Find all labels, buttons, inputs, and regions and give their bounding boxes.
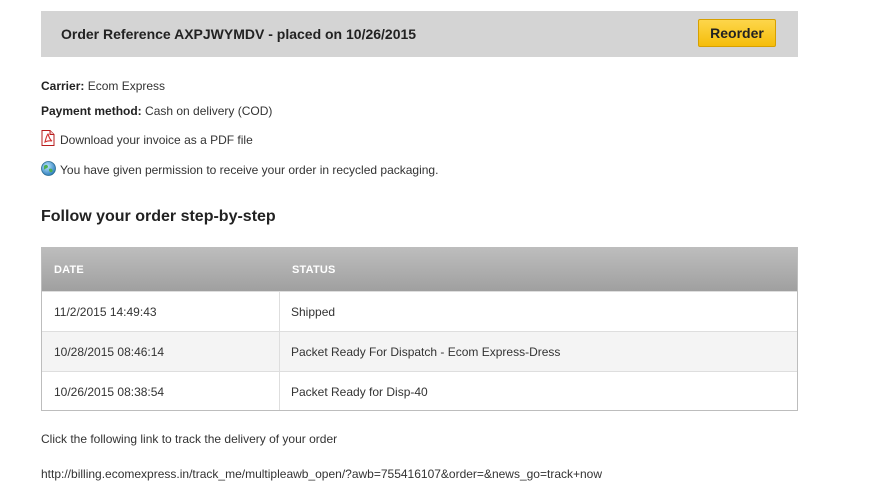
- order-detail-page: Order Reference AXPJWYMDV - placed on 10…: [0, 0, 871, 494]
- download-invoice-link[interactable]: Download your invoice as a PDF file: [60, 133, 253, 147]
- recycled-packaging-note: You have given permission to receive you…: [60, 163, 439, 177]
- carrier-value: Ecom Express: [87, 79, 166, 93]
- delivery-instruction: Click the following link to track the de…: [41, 432, 338, 446]
- order-reference-title: Order Reference AXPJWYMDV - placed on 10…: [61, 26, 417, 42]
- carrier-info: Carrier: Ecom Express: [41, 79, 165, 93]
- column-header-status: STATUS: [292, 264, 336, 276]
- payment-value: Cash on delivery (COD): [145, 104, 273, 118]
- pdf-icon[interactable]: [41, 130, 55, 146]
- carrier-label: Carrier:: [41, 79, 85, 93]
- row-status: Packet Ready For Dispatch - Ecom Express…: [291, 345, 561, 359]
- payment-info: Payment method: Cash on delivery (COD): [41, 104, 272, 118]
- row-status: Shipped: [291, 305, 336, 319]
- row-status: Packet Ready for Disp-40: [291, 385, 428, 399]
- payment-label: Payment method:: [41, 104, 142, 118]
- order-header: Order Reference AXPJWYMDV - placed on 10…: [41, 11, 798, 57]
- reorder-button[interactable]: Reorder: [698, 19, 776, 47]
- table-row: 11/2/2015 14:49:43 Shipped: [42, 291, 797, 332]
- globe-icon: [41, 161, 56, 176]
- row-date: 11/2/2015 14:49:43: [54, 305, 157, 319]
- tracking-section-title: Follow your order step-by-step: [41, 208, 276, 225]
- column-header-date: DATE: [54, 264, 84, 276]
- table-row: 10/26/2015 08:38:54 Packet Ready for Dis…: [42, 371, 797, 412]
- table-header: DATE STATUS: [42, 248, 797, 292]
- table-row: 10/28/2015 08:46:14 Packet Ready For Dis…: [42, 331, 797, 372]
- column-divider: [279, 292, 280, 410]
- row-date: 10/28/2015 08:46:14: [54, 345, 165, 359]
- order-tracking-table: DATE STATUS 11/2/2015 14:49:43 Shipped 1…: [41, 247, 798, 411]
- row-date: 10/26/2015 08:38:54: [54, 385, 165, 399]
- delivery-tracking-link[interactable]: http://billing.ecomexpress.in/track_me/m…: [41, 467, 602, 481]
